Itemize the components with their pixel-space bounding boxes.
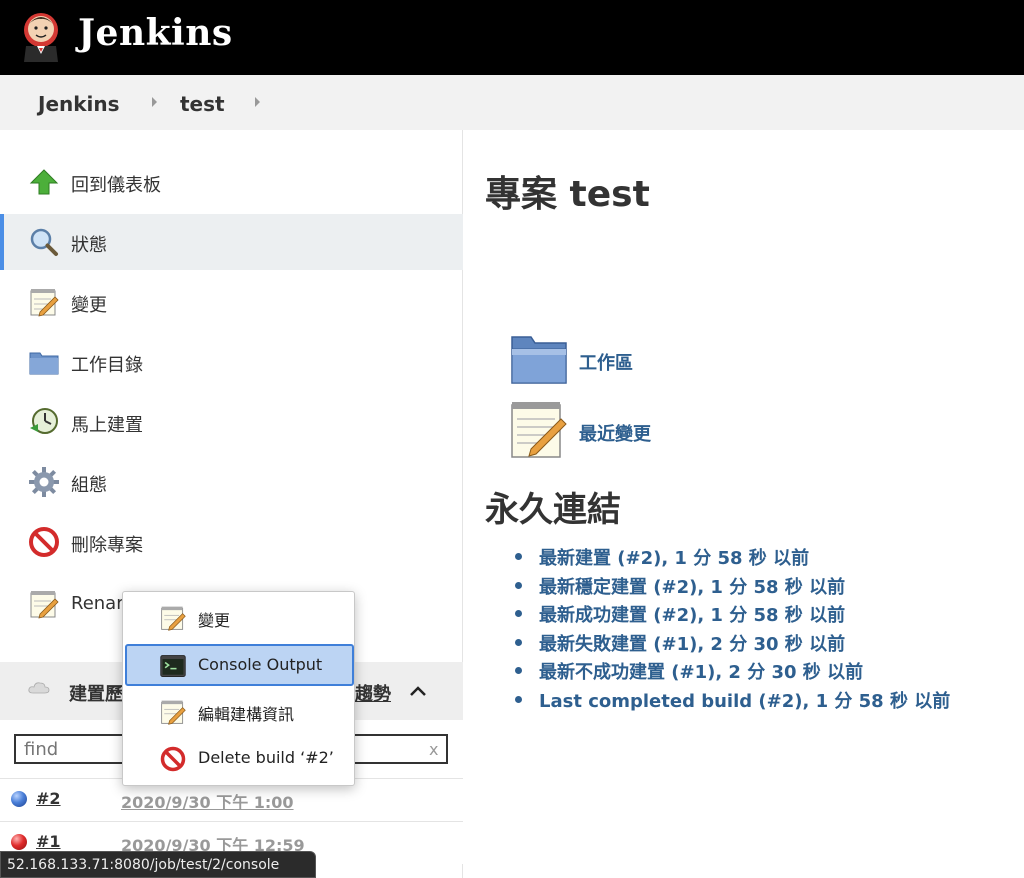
menu-item-label: Delete build ‘#2’ <box>198 748 334 767</box>
permalink-item[interactable]: 最新失敗建置 (#1), 2 分 30 秒 以前 <box>515 630 950 659</box>
bullet-icon <box>515 553 522 560</box>
no-entry-icon <box>160 746 186 772</box>
build-number-link[interactable]: #1 <box>36 832 61 851</box>
status-red-ball-icon <box>11 834 27 850</box>
terminal-icon <box>160 655 186 677</box>
jenkins-brand[interactable]: Jenkins <box>78 12 233 54</box>
task-workspace[interactable]: 工作目錄 <box>0 334 463 390</box>
notepad-icon <box>161 606 186 631</box>
permalink-item[interactable]: 最新穩定建置 (#2), 1 分 58 秒 以前 <box>515 573 950 602</box>
permalink-label[interactable]: 最新成功建置 (#2), 1 分 58 秒 以前 <box>539 605 845 626</box>
bullet-icon <box>515 667 522 675</box>
permalink-label[interactable]: 最新建置 (#2), 1 分 58 秒 以前 <box>539 548 809 569</box>
search-icon <box>30 228 58 256</box>
build-date-link[interactable]: 2020/9/30 下午 1:00 <box>121 789 294 813</box>
jenkins-logo-icon[interactable] <box>20 10 62 62</box>
weather-cloud-icon <box>28 682 50 694</box>
bullet-icon <box>515 581 522 589</box>
menu-item-console-output[interactable]: Console Output <box>125 644 354 686</box>
menu-item-edit-build-info[interactable]: 編輯建構資訊 <box>125 690 354 732</box>
menu-item-label: Console Output <box>198 655 323 674</box>
up-arrow-icon <box>29 169 59 195</box>
build-context-menu: 變更 Console Output 編輯建構資訊 Delete build ‘#… <box>122 591 355 786</box>
gear-icon <box>29 467 59 497</box>
task-changes[interactable]: 變更 <box>0 274 463 330</box>
bullet-icon <box>515 638 522 646</box>
task-build-now[interactable]: 馬上建置 <box>0 394 463 450</box>
top-header: Jenkins <box>0 0 1024 75</box>
page-title: 專案 test <box>485 174 650 215</box>
menu-item-delete-build[interactable]: Delete build ‘#2’ <box>125 737 354 779</box>
chevron-right-icon[interactable] <box>255 97 260 107</box>
workspace-link[interactable]: 工作區 <box>579 349 633 375</box>
task-label: 刪除專案 <box>71 535 143 556</box>
task-back-to-dashboard[interactable]: 回到儀表板 <box>0 154 463 210</box>
menu-item-label: 變更 <box>198 611 231 630</box>
clear-search-button[interactable]: x <box>429 740 438 759</box>
chevron-up-icon[interactable] <box>409 684 427 698</box>
task-label: 回到儀表板 <box>71 175 161 196</box>
recent-changes-link[interactable]: 最近變更 <box>579 420 651 446</box>
task-label: 馬上建置 <box>71 415 143 436</box>
breadcrumb-jenkins[interactable]: Jenkins <box>38 92 120 116</box>
no-entry-icon <box>29 527 59 557</box>
trend-link[interactable]: 趨勢 <box>355 680 391 706</box>
bullet-icon <box>515 695 522 703</box>
breadcrumb: Jenkins test <box>0 75 1024 130</box>
permalink-item[interactable]: 最新成功建置 (#2), 1 分 58 秒 以前 <box>515 601 950 630</box>
permalink-label[interactable]: 最新失敗建置 (#1), 2 分 30 秒 以前 <box>539 634 845 655</box>
notepad-icon[interactable] <box>509 399 569 459</box>
folder-icon <box>29 352 59 375</box>
task-label: 組態 <box>71 475 107 496</box>
permalinks-heading: 永久連結 <box>485 490 621 530</box>
task-configure[interactable]: 組態 <box>0 454 463 510</box>
permalink-item[interactable]: Last completed build (#2), 1 分 58 秒 以前 <box>515 687 950 716</box>
chevron-right-icon[interactable] <box>152 97 157 107</box>
link-preview-statusbar: 52.168.133.71:8080/job/test/2/console <box>0 851 316 878</box>
menu-item-label: 編輯建構資訊 <box>198 705 295 724</box>
bullet-icon <box>515 610 522 618</box>
permalink-item[interactable]: 最新不成功建置 (#1), 2 分 30 秒 以前 <box>515 658 950 687</box>
menu-item-changes[interactable]: 變更 <box>125 596 354 638</box>
statusbar-url: 52.168.133.71:8080/job/test/2/console <box>7 857 280 873</box>
permalink-label[interactable]: 最新不成功建置 (#1), 2 分 30 秒 以前 <box>539 662 863 683</box>
notepad-icon <box>30 591 59 619</box>
notepad-icon <box>161 700 186 725</box>
permalinks-list: 最新建置 (#2), 1 分 58 秒 以前 最新穩定建置 (#2), 1 分 … <box>515 544 950 716</box>
breadcrumb-test[interactable]: test <box>180 92 225 116</box>
task-label: Renar <box>71 593 124 614</box>
status-blue-ball-icon <box>11 791 27 807</box>
notepad-icon <box>30 289 59 317</box>
clock-icon <box>30 408 58 434</box>
folder-icon[interactable] <box>509 331 569 391</box>
permalink-item[interactable]: 最新建置 (#2), 1 分 58 秒 以前 <box>515 544 950 573</box>
permalink-label[interactable]: 最新穩定建置 (#2), 1 分 58 秒 以前 <box>539 577 845 598</box>
build-number-link[interactable]: #2 <box>36 789 61 808</box>
build-history-title: 建置歷 <box>69 684 123 705</box>
task-status[interactable]: 狀態 <box>0 214 463 270</box>
task-label: 變更 <box>71 295 107 316</box>
task-delete-project[interactable]: 刪除專案 <box>0 514 463 570</box>
task-label: 狀態 <box>71 235 107 256</box>
permalink-label[interactable]: Last completed build (#2), 1 分 58 秒 以前 <box>539 691 950 712</box>
task-label: 工作目錄 <box>71 355 143 376</box>
